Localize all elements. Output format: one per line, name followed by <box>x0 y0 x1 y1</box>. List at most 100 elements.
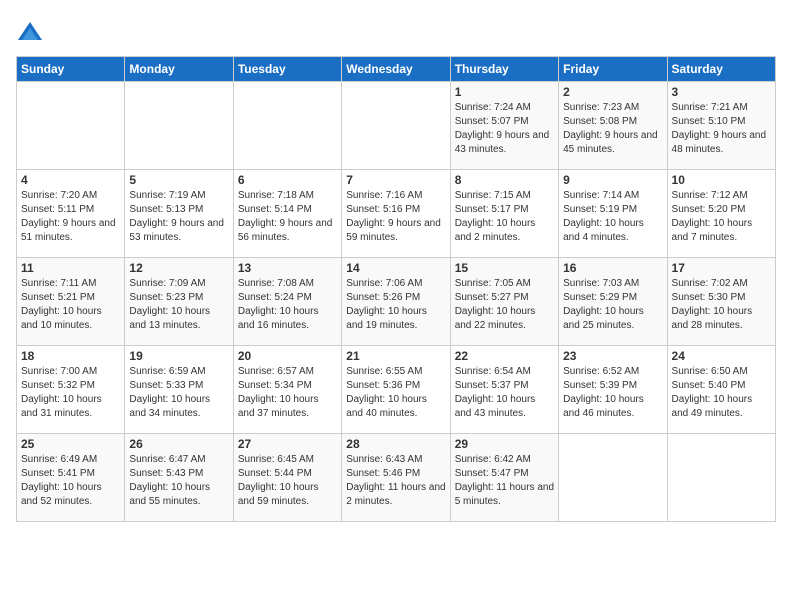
day-info: Sunrise: 7:23 AMSunset: 5:08 PMDaylight:… <box>563 101 662 157</box>
calendar-cell: 13 Sunrise: 7:08 AMSunset: 5:24 PMDayligh… <box>233 258 341 346</box>
calendar-cell: 9 Sunrise: 7:14 AMSunset: 5:19 PMDaylight… <box>559 170 667 258</box>
day-info: Sunrise: 6:45 AMSunset: 5:44 PMDaylight:… <box>238 453 337 509</box>
day-number: 24 <box>672 349 771 363</box>
day-number: 5 <box>129 173 228 187</box>
calendar-cell: 12Sunrise: 7:09 AMSunset: 5:23 PMDayligh… <box>125 258 233 346</box>
day-number: 17 <box>672 261 771 275</box>
calendar-cell: 6 Sunrise: 7:18 AMSunset: 5:14 PMDaylight… <box>233 170 341 258</box>
calendar-cell: 8 Sunrise: 7:15 AMSunset: 5:17 PMDaylight… <box>450 170 558 258</box>
calendar-cell: 28 Sunrise: 6:43 AMSunset: 5:46 PMDayligh… <box>342 434 450 522</box>
day-info: Sunrise: 6:59 AMSunset: 5:33 PMDaylight:… <box>129 365 228 421</box>
day-info: Sunrise: 7:00 AMSunset: 5:32 PMDaylight:… <box>21 365 120 421</box>
day-info: Sunrise: 7:03 AMSunset: 5:29 PMDaylight:… <box>563 277 662 333</box>
day-number: 28 <box>346 437 445 451</box>
logo-icon <box>16 20 44 48</box>
calendar-cell <box>342 82 450 170</box>
day-number: 4 <box>21 173 120 187</box>
calendar-cell: 27 Sunrise: 6:45 AMSunset: 5:44 PMDayligh… <box>233 434 341 522</box>
calendar-cell: 2 Sunrise: 7:23 AMSunset: 5:08 PMDaylight… <box>559 82 667 170</box>
header-sunday: Sunday <box>17 57 125 82</box>
calendar-cell: 5 Sunrise: 7:19 AMSunset: 5:13 PMDaylight… <box>125 170 233 258</box>
day-number: 8 <box>455 173 554 187</box>
calendar-cell <box>559 434 667 522</box>
day-info: Sunrise: 7:14 AMSunset: 5:19 PMDaylight:… <box>563 189 662 245</box>
header-friday: Friday <box>559 57 667 82</box>
day-info: Sunrise: 7:15 AMSunset: 5:17 PMDaylight:… <box>455 189 554 245</box>
calendar-cell: 16 Sunrise: 7:03 AMSunset: 5:29 PMDayligh… <box>559 258 667 346</box>
calendar-cell: 10 Sunrise: 7:12 AMSunset: 5:20 PMDayligh… <box>667 170 775 258</box>
day-number: 15 <box>455 261 554 275</box>
calendar-cell: 7 Sunrise: 7:16 AMSunset: 5:16 PMDaylight… <box>342 170 450 258</box>
calendar-cell: 18 Sunrise: 7:00 AMSunset: 5:32 PMDayligh… <box>17 346 125 434</box>
calendar-cell <box>233 82 341 170</box>
day-info: Sunrise: 6:50 AMSunset: 5:40 PMDaylight:… <box>672 365 771 421</box>
calendar-cell: 26 Sunrise: 6:47 AMSunset: 5:43 PMDayligh… <box>125 434 233 522</box>
calendar-week-row: 18 Sunrise: 7:00 AMSunset: 5:32 PMDayligh… <box>17 346 776 434</box>
page-header <box>16 16 776 48</box>
calendar-week-row: 1Sunrise: 7:24 AMSunset: 5:07 PMDaylight… <box>17 82 776 170</box>
day-number: 6 <box>238 173 337 187</box>
calendar-cell: 3 Sunrise: 7:21 AMSunset: 5:10 PMDaylight… <box>667 82 775 170</box>
day-info: Sunrise: 7:08 AMSunset: 5:24 PMDaylight:… <box>238 277 337 333</box>
day-number: 18 <box>21 349 120 363</box>
day-number: 23 <box>563 349 662 363</box>
day-number: 29 <box>455 437 554 451</box>
day-number: 25 <box>21 437 120 451</box>
day-info: Sunrise: 7:20 AMSunset: 5:11 PMDaylight:… <box>21 189 120 245</box>
day-info: Sunrise: 7:02 AMSunset: 5:30 PMDaylight:… <box>672 277 771 333</box>
day-number: 21 <box>346 349 445 363</box>
logo <box>16 20 48 48</box>
day-number: 10 <box>672 173 771 187</box>
day-number: 16 <box>563 261 662 275</box>
day-info: Sunrise: 7:19 AMSunset: 5:13 PMDaylight:… <box>129 189 228 245</box>
day-info: Sunrise: 6:43 AMSunset: 5:46 PMDaylight:… <box>346 453 445 509</box>
day-info: Sunrise: 7:11 AMSunset: 5:21 PMDaylight:… <box>21 277 120 333</box>
calendar-cell <box>667 434 775 522</box>
header-monday: Monday <box>125 57 233 82</box>
day-number: 27 <box>238 437 337 451</box>
calendar-cell: 23Sunrise: 6:52 AMSunset: 5:39 PMDayligh… <box>559 346 667 434</box>
day-number: 22 <box>455 349 554 363</box>
calendar-cell: 1Sunrise: 7:24 AMSunset: 5:07 PMDaylight… <box>450 82 558 170</box>
day-info: Sunrise: 7:18 AMSunset: 5:14 PMDaylight:… <box>238 189 337 245</box>
header-tuesday: Tuesday <box>233 57 341 82</box>
calendar-table: SundayMondayTuesdayWednesdayThursdayFrid… <box>16 56 776 522</box>
calendar-header-row: SundayMondayTuesdayWednesdayThursdayFrid… <box>17 57 776 82</box>
day-number: 1 <box>455 85 554 99</box>
day-number: 13 <box>238 261 337 275</box>
calendar-cell: 29 Sunrise: 6:42 AMSunset: 5:47 PMDayligh… <box>450 434 558 522</box>
calendar-cell: 14 Sunrise: 7:06 AMSunset: 5:26 PMDayligh… <box>342 258 450 346</box>
day-number: 2 <box>563 85 662 99</box>
day-number: 14 <box>346 261 445 275</box>
calendar-cell: 17 Sunrise: 7:02 AMSunset: 5:30 PMDayligh… <box>667 258 775 346</box>
calendar-cell: 24 Sunrise: 6:50 AMSunset: 5:40 PMDayligh… <box>667 346 775 434</box>
calendar-cell: 15 Sunrise: 7:05 AMSunset: 5:27 PMDayligh… <box>450 258 558 346</box>
day-number: 20 <box>238 349 337 363</box>
day-info: Sunrise: 7:06 AMSunset: 5:26 PMDaylight:… <box>346 277 445 333</box>
day-info: Sunrise: 7:09 AMSunset: 5:23 PMDaylight:… <box>129 277 228 333</box>
day-number: 11 <box>21 261 120 275</box>
calendar-cell: 21 Sunrise: 6:55 AMSunset: 5:36 PMDayligh… <box>342 346 450 434</box>
day-info: Sunrise: 6:55 AMSunset: 5:36 PMDaylight:… <box>346 365 445 421</box>
calendar-cell: 11 Sunrise: 7:11 AMSunset: 5:21 PMDayligh… <box>17 258 125 346</box>
calendar-week-row: 25Sunrise: 6:49 AMSunset: 5:41 PMDayligh… <box>17 434 776 522</box>
day-info: Sunrise: 7:05 AMSunset: 5:27 PMDaylight:… <box>455 277 554 333</box>
day-number: 26 <box>129 437 228 451</box>
calendar-cell: 4 Sunrise: 7:20 AMSunset: 5:11 PMDaylight… <box>17 170 125 258</box>
calendar-cell: 25Sunrise: 6:49 AMSunset: 5:41 PMDayligh… <box>17 434 125 522</box>
header-thursday: Thursday <box>450 57 558 82</box>
calendar-week-row: 4 Sunrise: 7:20 AMSunset: 5:11 PMDaylight… <box>17 170 776 258</box>
day-info: Sunrise: 6:57 AMSunset: 5:34 PMDaylight:… <box>238 365 337 421</box>
day-number: 9 <box>563 173 662 187</box>
calendar-cell: 20 Sunrise: 6:57 AMSunset: 5:34 PMDayligh… <box>233 346 341 434</box>
day-info: Sunrise: 7:21 AMSunset: 5:10 PMDaylight:… <box>672 101 771 157</box>
day-info: Sunrise: 6:47 AMSunset: 5:43 PMDaylight:… <box>129 453 228 509</box>
day-number: 3 <box>672 85 771 99</box>
day-number: 7 <box>346 173 445 187</box>
calendar-cell <box>125 82 233 170</box>
calendar-cell <box>17 82 125 170</box>
calendar-week-row: 11 Sunrise: 7:11 AMSunset: 5:21 PMDayligh… <box>17 258 776 346</box>
day-info: Sunrise: 7:16 AMSunset: 5:16 PMDaylight:… <box>346 189 445 245</box>
day-info: Sunrise: 7:12 AMSunset: 5:20 PMDaylight:… <box>672 189 771 245</box>
day-info: Sunrise: 6:42 AMSunset: 5:47 PMDaylight:… <box>455 453 554 509</box>
